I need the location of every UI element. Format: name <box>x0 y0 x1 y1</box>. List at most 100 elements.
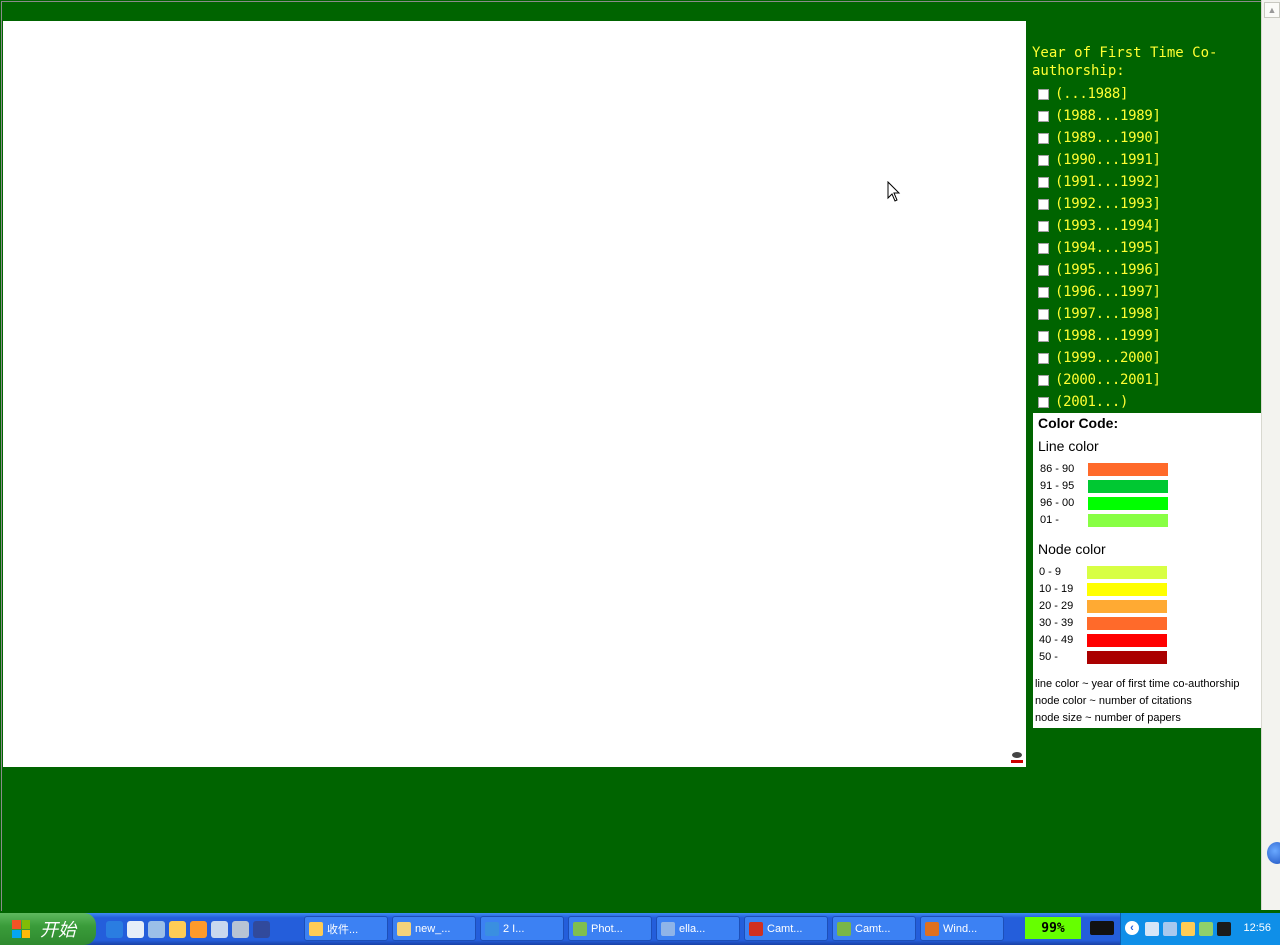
year-label[interactable]: (1997...1998] <box>1055 306 1161 322</box>
year-checkbox[interactable] <box>1038 396 1049 408</box>
task-label: Wind... <box>943 922 978 935</box>
line-color-swatch <box>1088 462 1168 476</box>
printer-icon[interactable] <box>232 921 249 938</box>
year-checkbox[interactable] <box>1038 308 1049 320</box>
year-filter-row[interactable]: (...1988] <box>1032 83 1260 105</box>
power-plug-icon <box>1090 921 1114 935</box>
node-color-label: 0 - 9 <box>1039 566 1062 578</box>
start-button[interactable]: 开始 <box>0 913 96 945</box>
year-filter-row[interactable]: (1996...1997] <box>1032 281 1260 303</box>
globe-icon <box>1267 842 1280 864</box>
year-label[interactable]: (1988...1989] <box>1055 108 1161 124</box>
year-label[interactable]: (1993...1994] <box>1055 218 1161 234</box>
line-color-label: 01 - <box>1040 514 1059 526</box>
year-checkbox[interactable] <box>1038 352 1049 364</box>
year-filter-row[interactable]: (1999...2000] <box>1032 347 1260 369</box>
year-label[interactable]: (1990...1991] <box>1055 152 1161 168</box>
year-checkbox[interactable] <box>1038 154 1049 166</box>
year-filter-row[interactable]: (1993...1994] <box>1032 215 1260 237</box>
year-label[interactable]: (1994...1995] <box>1055 240 1161 256</box>
taskbar-button[interactable]: 2 I... <box>480 916 564 941</box>
year-filter-panel: Year of First Time Co-authorship: (...19… <box>1032 44 1260 413</box>
year-filter-row[interactable]: (1990...1991] <box>1032 149 1260 171</box>
year-checkbox[interactable] <box>1038 198 1049 210</box>
outlook-tray-icon[interactable] <box>1181 922 1195 936</box>
outlook-icon[interactable] <box>169 921 186 938</box>
year-label[interactable]: (1991...1992] <box>1055 174 1161 190</box>
taskbar-button[interactable]: Wind... <box>920 916 1004 941</box>
taskbar-button[interactable]: new_... <box>392 916 476 941</box>
legend-note-node-size: node size ~ number of papers <box>1035 712 1181 724</box>
year-filter-row[interactable]: (1992...1993] <box>1032 193 1260 215</box>
media-player-icon[interactable] <box>190 921 207 938</box>
task-app-icon <box>573 921 587 936</box>
line-color-row: 91 - 95 <box>1040 479 1168 493</box>
line-color-label: 86 - 90 <box>1040 463 1075 475</box>
filter-title: Year of First Time Co-authorship: <box>1032 45 1218 79</box>
legend-note-node-color: node color ~ number of citations <box>1035 695 1192 707</box>
year-checkbox[interactable] <box>1038 176 1049 188</box>
start-label: 开始 <box>40 920 76 940</box>
scroll-up-button[interactable]: ▲ <box>1264 2 1280 18</box>
year-checkbox[interactable] <box>1038 88 1049 100</box>
node-color-row: 10 - 19 <box>1039 582 1167 596</box>
year-label[interactable]: (1996...1997] <box>1055 284 1161 300</box>
year-checkbox[interactable] <box>1038 330 1049 342</box>
graph-canvas[interactable] <box>3 21 1026 767</box>
year-label[interactable]: (2000...2001] <box>1055 372 1161 388</box>
year-filter-row[interactable]: (2001...) <box>1032 391 1260 413</box>
year-label[interactable]: (1995...1996] <box>1055 262 1161 278</box>
taskbar-button[interactable]: Camt... <box>744 916 828 941</box>
year-checkbox[interactable] <box>1038 264 1049 276</box>
chevron-left-icon[interactable]: ‹ <box>1125 921 1139 935</box>
line-color-row: 96 - 00 <box>1040 496 1168 510</box>
taskbar-button[interactable]: 收件... <box>304 916 388 941</box>
task-app-icon <box>837 921 851 936</box>
node-color-label: 50 - <box>1039 651 1058 663</box>
taskbar-button[interactable]: Phot... <box>568 916 652 941</box>
task-label: Camt... <box>767 922 803 935</box>
node-color-label: 30 - 39 <box>1039 617 1074 629</box>
battery-indicator: 99% <box>1025 917 1081 939</box>
messenger-icon[interactable] <box>211 921 228 938</box>
year-filter-row[interactable]: (1994...1995] <box>1032 237 1260 259</box>
year-filter-row[interactable]: (1988...1989] <box>1032 105 1260 127</box>
node-color-row: 50 - <box>1039 650 1167 664</box>
year-label[interactable]: (1998...1999] <box>1055 328 1161 344</box>
ie-icon[interactable] <box>106 921 123 938</box>
year-filter-row[interactable]: (1998...1999] <box>1032 325 1260 347</box>
network-icon[interactable] <box>1145 922 1159 936</box>
year-label[interactable]: (2001...) <box>1055 394 1128 410</box>
year-checkbox[interactable] <box>1038 220 1049 232</box>
year-checkbox[interactable] <box>1038 242 1049 254</box>
task-app-icon <box>309 921 323 936</box>
year-filter-row[interactable]: (1989...1990] <box>1032 127 1260 149</box>
year-filter-row[interactable]: (1997...1998] <box>1032 303 1260 325</box>
app-icon[interactable] <box>253 921 270 938</box>
year-checkbox[interactable] <box>1038 374 1049 386</box>
taskbar: 开始 收件... new_... 2 I... Phot... ella... Camt.… <box>0 913 1280 945</box>
year-checkbox[interactable] <box>1038 110 1049 122</box>
show-desktop-icon[interactable] <box>127 921 144 938</box>
taskbar-button[interactable]: Camt... <box>832 916 916 941</box>
signal-icon[interactable] <box>1217 922 1231 936</box>
taskbar-button[interactable]: ella... <box>656 916 740 941</box>
year-label[interactable]: (...1988] <box>1055 86 1128 102</box>
vertical-scrollbar[interactable]: ▲ <box>1261 0 1280 910</box>
year-filter-row[interactable]: (1995...1996] <box>1032 259 1260 281</box>
year-label[interactable]: (1999...2000] <box>1055 350 1161 366</box>
year-label[interactable]: (1992...1993] <box>1055 196 1161 212</box>
year-filter-row[interactable]: (2000...2001] <box>1032 369 1260 391</box>
year-filter-row[interactable]: (1991...1992] <box>1032 171 1260 193</box>
year-checkbox[interactable] <box>1038 286 1049 298</box>
year-checkbox[interactable] <box>1038 132 1049 144</box>
task-app-icon <box>925 921 939 936</box>
users-icon[interactable] <box>1199 922 1213 936</box>
node-color-label: 40 - 49 <box>1039 634 1074 646</box>
network-icon[interactable] <box>1163 922 1177 936</box>
year-label[interactable]: (1989...1990] <box>1055 130 1161 146</box>
task-app-icon <box>397 921 411 936</box>
task-app-icon <box>661 921 675 936</box>
app-icon[interactable] <box>148 921 165 938</box>
mouse-cursor-icon <box>887 181 901 202</box>
